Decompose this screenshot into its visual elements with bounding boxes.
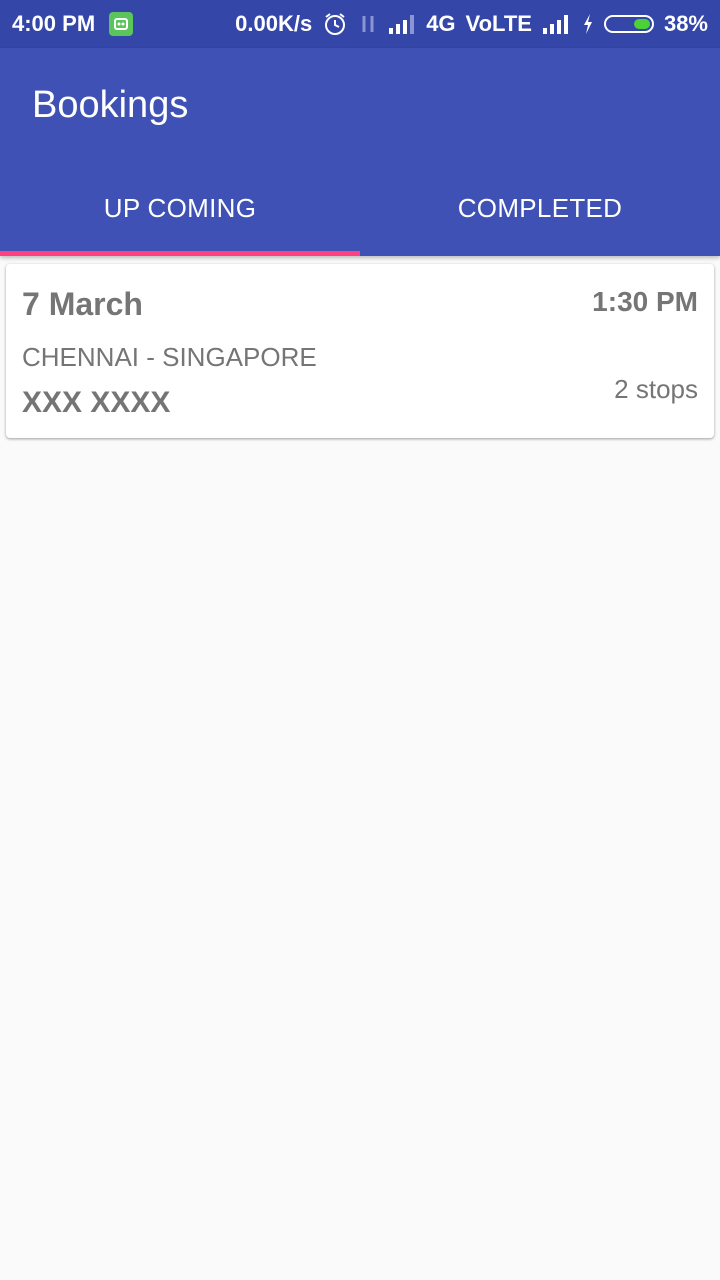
volte-label: VoLTE xyxy=(465,11,532,36)
app-notification-icon xyxy=(109,12,134,36)
battery-icon xyxy=(603,15,654,33)
tab-upcoming-label: UP COMING xyxy=(103,192,257,223)
battery-percent: 38% xyxy=(663,11,708,36)
battery-fill xyxy=(633,19,650,29)
booking-card[interactable]: 7 March 1:30 PM CHENNAI - SINGAPORE 2 st… xyxy=(6,264,714,438)
status-bar: 4:00 PM 0.00K/s 4G VoLTE 38% xyxy=(0,0,720,48)
network-type: 4G xyxy=(426,11,456,36)
signal-icon xyxy=(542,13,572,35)
page-title: Bookings xyxy=(32,84,189,126)
status-time: 4:00 PM xyxy=(12,11,96,36)
status-left: 4:00 PM xyxy=(12,11,134,37)
network-speed: 0.00K/s xyxy=(235,11,313,36)
tab-completed[interactable]: COMPLETED xyxy=(360,160,720,256)
tab-bar: UP COMING COMPLETED xyxy=(0,160,720,256)
booking-route: CHENNAI - SINGAPORE xyxy=(22,342,317,372)
status-right: 0.00K/s 4G VoLTE 38% xyxy=(235,11,708,37)
tab-upcoming[interactable]: UP COMING xyxy=(0,160,360,256)
booking-date: 7 March xyxy=(22,286,143,322)
signal-icon xyxy=(388,13,416,35)
app-bar: Bookings UP COMING COMPLETED xyxy=(0,48,720,256)
tab-completed-label: COMPLETED xyxy=(457,192,623,223)
alarm-icon xyxy=(322,11,348,37)
charging-icon xyxy=(582,13,594,35)
booking-stops: 2 stops xyxy=(614,374,698,404)
booking-time: 1:30 PM xyxy=(592,286,698,317)
data-arrows-icon xyxy=(358,12,378,36)
booking-passenger-name: XXX XXXX xyxy=(22,386,171,419)
